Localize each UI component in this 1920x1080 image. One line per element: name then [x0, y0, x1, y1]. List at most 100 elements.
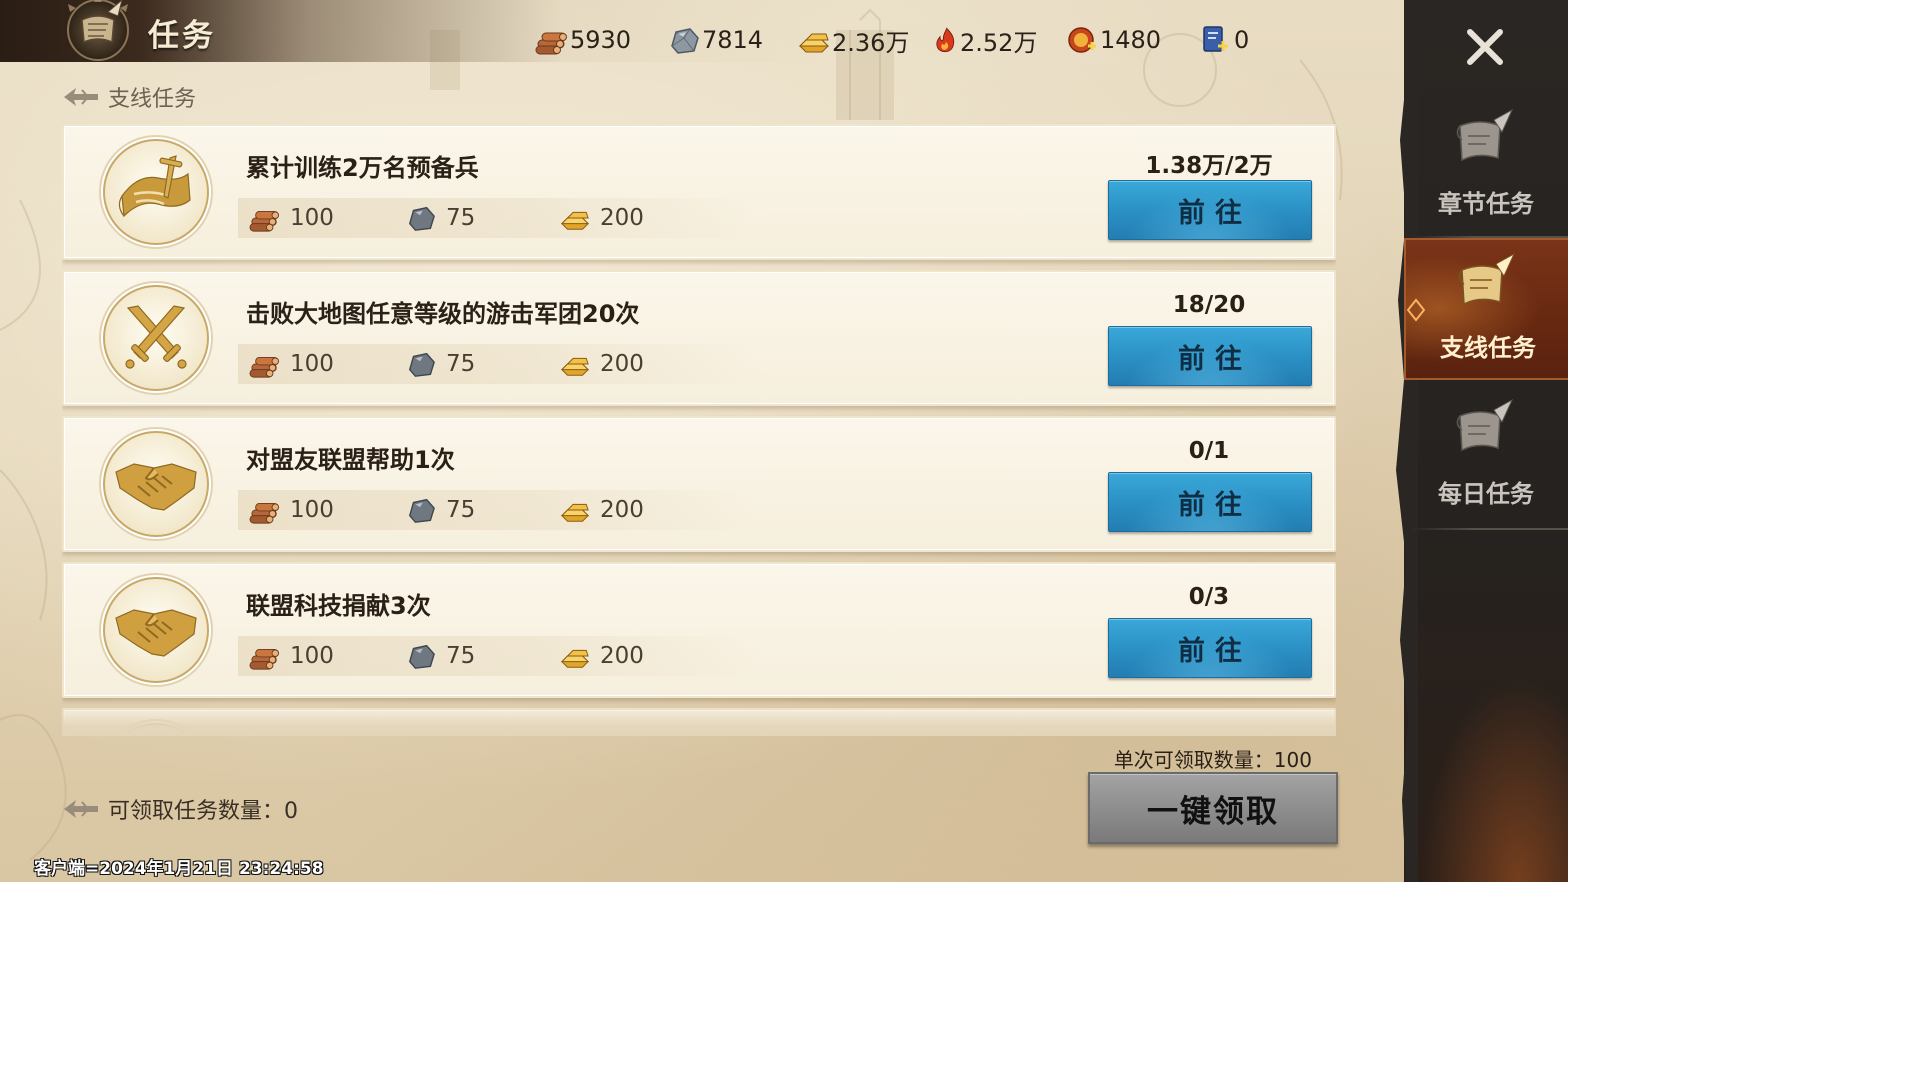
resource-card: 0 — [1198, 22, 1249, 58]
scroll-quill-icon — [1456, 398, 1514, 452]
resource-fire: 2.52万 — [930, 22, 1037, 58]
reward-value: 100 — [290, 205, 334, 231]
medal-icon — [1068, 27, 1096, 53]
reward-list: 100 75 200 — [238, 344, 758, 384]
tab-label: 章节任务 — [1438, 190, 1534, 218]
crossed-swords-icon — [99, 281, 213, 395]
goto-button-label: 前往 — [1178, 343, 1252, 375]
wood-icon — [249, 502, 280, 524]
goto-button[interactable]: 前往 — [1108, 618, 1312, 678]
resource-value: 7814 — [702, 26, 764, 54]
tab-side-tasks[interactable]: 支线任务 — [1404, 238, 1568, 380]
reward-value: 200 — [600, 205, 644, 231]
wood-icon — [535, 32, 567, 55]
reward-gold: 200 — [558, 636, 644, 676]
stone-icon — [408, 206, 435, 231]
medal-frame-icon — [115, 719, 197, 736]
scroll-quill-icon — [1458, 252, 1516, 306]
task-title: 击败大地图任意等级的游击军团20次 — [246, 300, 640, 328]
reward-stone: 75 — [404, 198, 475, 238]
reward-value: 75 — [446, 351, 476, 377]
reward-value: 100 — [290, 351, 334, 377]
claim-all-label: 一键领取 — [1147, 793, 1279, 830]
card-plus-icon — [1203, 26, 1228, 52]
resource-bar: 5930 7814 2.36万 2.52万 1480 0 — [0, 22, 1404, 58]
tab-divider — [1410, 528, 1568, 530]
scroll-sword-icon — [99, 135, 213, 249]
reward-value: 75 — [446, 205, 476, 231]
wood-icon — [249, 210, 280, 232]
reward-list: 100 75 200 — [238, 198, 758, 238]
resource-wood: 5930 — [534, 22, 631, 58]
section-header: 支线任务 — [62, 82, 196, 112]
task-title: 对盟友联盟帮助1次 — [246, 446, 455, 474]
claim-all-button[interactable]: 一键领取 — [1088, 772, 1338, 844]
selection-indicator-icon — [1406, 298, 1426, 322]
reward-stone: 75 — [404, 490, 475, 530]
gold-icon — [560, 357, 590, 376]
goto-button[interactable]: 前往 — [1108, 180, 1312, 240]
task-progress: 0/1 — [1188, 438, 1230, 464]
handshake-icon — [99, 427, 213, 541]
reward-value: 200 — [600, 497, 644, 523]
task-progress: 18/20 — [1172, 292, 1246, 318]
tab-chapter-tasks[interactable]: 章节任务 — [1404, 96, 1568, 238]
goto-button[interactable]: 前往 — [1108, 472, 1312, 532]
task-progress: 1.38万/2万 — [1145, 153, 1273, 179]
reward-gold: 200 — [558, 344, 644, 384]
task-card: 联盟科技捐献3次 100 75 200 0/3 前往 — [62, 562, 1336, 698]
reward-wood: 100 — [248, 198, 334, 238]
handshake-icon — [99, 573, 213, 687]
tab-daily-tasks[interactable]: 每日任务 — [1404, 386, 1568, 528]
arrow-ornament-icon — [64, 88, 98, 106]
claimable-count: 可领取任务数量：0 — [62, 794, 298, 824]
task-card-partial — [62, 708, 1336, 736]
gold-icon — [560, 211, 590, 230]
tab-label: 支线任务 — [1440, 334, 1536, 362]
task-card: 累计训练2万名预备兵 100 75 200 1.38万/2万 前往 — [62, 124, 1336, 260]
resource-value: 2.36万 — [832, 28, 910, 57]
stone-icon — [408, 352, 435, 377]
reward-value: 75 — [446, 643, 476, 669]
reward-value: 100 — [290, 497, 334, 523]
reward-value: 200 — [600, 351, 644, 377]
task-screen: 任务 5930 7814 2.36万 2.52万 1480 0 支线任务 累计训… — [0, 0, 1568, 882]
fire-glow-decoration — [1404, 640, 1568, 882]
close-icon[interactable] — [1460, 22, 1510, 72]
stone-icon — [408, 644, 435, 669]
client-timestamp: 客户端=2024年1月21日 23:24:58 — [34, 859, 324, 879]
reward-stone: 75 — [404, 344, 475, 384]
stone-icon — [408, 498, 435, 523]
reward-value: 100 — [290, 643, 334, 669]
reward-stone: 75 — [404, 636, 475, 676]
reward-list: 100 75 200 — [238, 636, 758, 676]
fire-icon — [936, 27, 955, 53]
task-card: 对盟友联盟帮助1次 100 75 200 0/1 前往 — [62, 416, 1336, 552]
reward-wood: 100 — [248, 490, 334, 530]
reward-gold: 200 — [558, 198, 644, 238]
reward-wood: 100 — [248, 636, 334, 676]
task-progress: 0/3 — [1188, 584, 1230, 610]
reward-value: 75 — [446, 497, 476, 523]
per-claim-limit: 单次可领取数量：100 — [1113, 748, 1312, 772]
gold-icon — [798, 33, 830, 53]
task-title: 联盟科技捐献3次 — [246, 592, 431, 620]
task-list[interactable]: 累计训练2万名预备兵 100 75 200 1.38万/2万 前往 击败大地图任… — [62, 122, 1336, 736]
goto-button[interactable]: 前往 — [1108, 326, 1312, 386]
resource-stone: 7814 — [666, 22, 763, 58]
arrow-ornament-icon — [64, 800, 98, 818]
claimable-count-label: 可领取任务数量：0 — [108, 799, 298, 824]
reward-list: 100 75 200 — [238, 490, 758, 530]
stone-icon — [671, 28, 699, 54]
resource-value: 0 — [1234, 26, 1250, 54]
section-title: 支线任务 — [108, 87, 197, 112]
goto-button-label: 前往 — [1178, 197, 1252, 229]
wood-icon — [249, 648, 280, 670]
gold-icon — [560, 503, 590, 522]
resource-value: 2.52万 — [960, 28, 1038, 57]
goto-button-label: 前往 — [1178, 489, 1252, 521]
resource-medal: 1480 — [1064, 22, 1161, 58]
tab-label: 每日任务 — [1438, 480, 1534, 508]
scroll-quill-icon — [1456, 108, 1514, 162]
resource-gold: 2.36万 — [796, 22, 909, 58]
